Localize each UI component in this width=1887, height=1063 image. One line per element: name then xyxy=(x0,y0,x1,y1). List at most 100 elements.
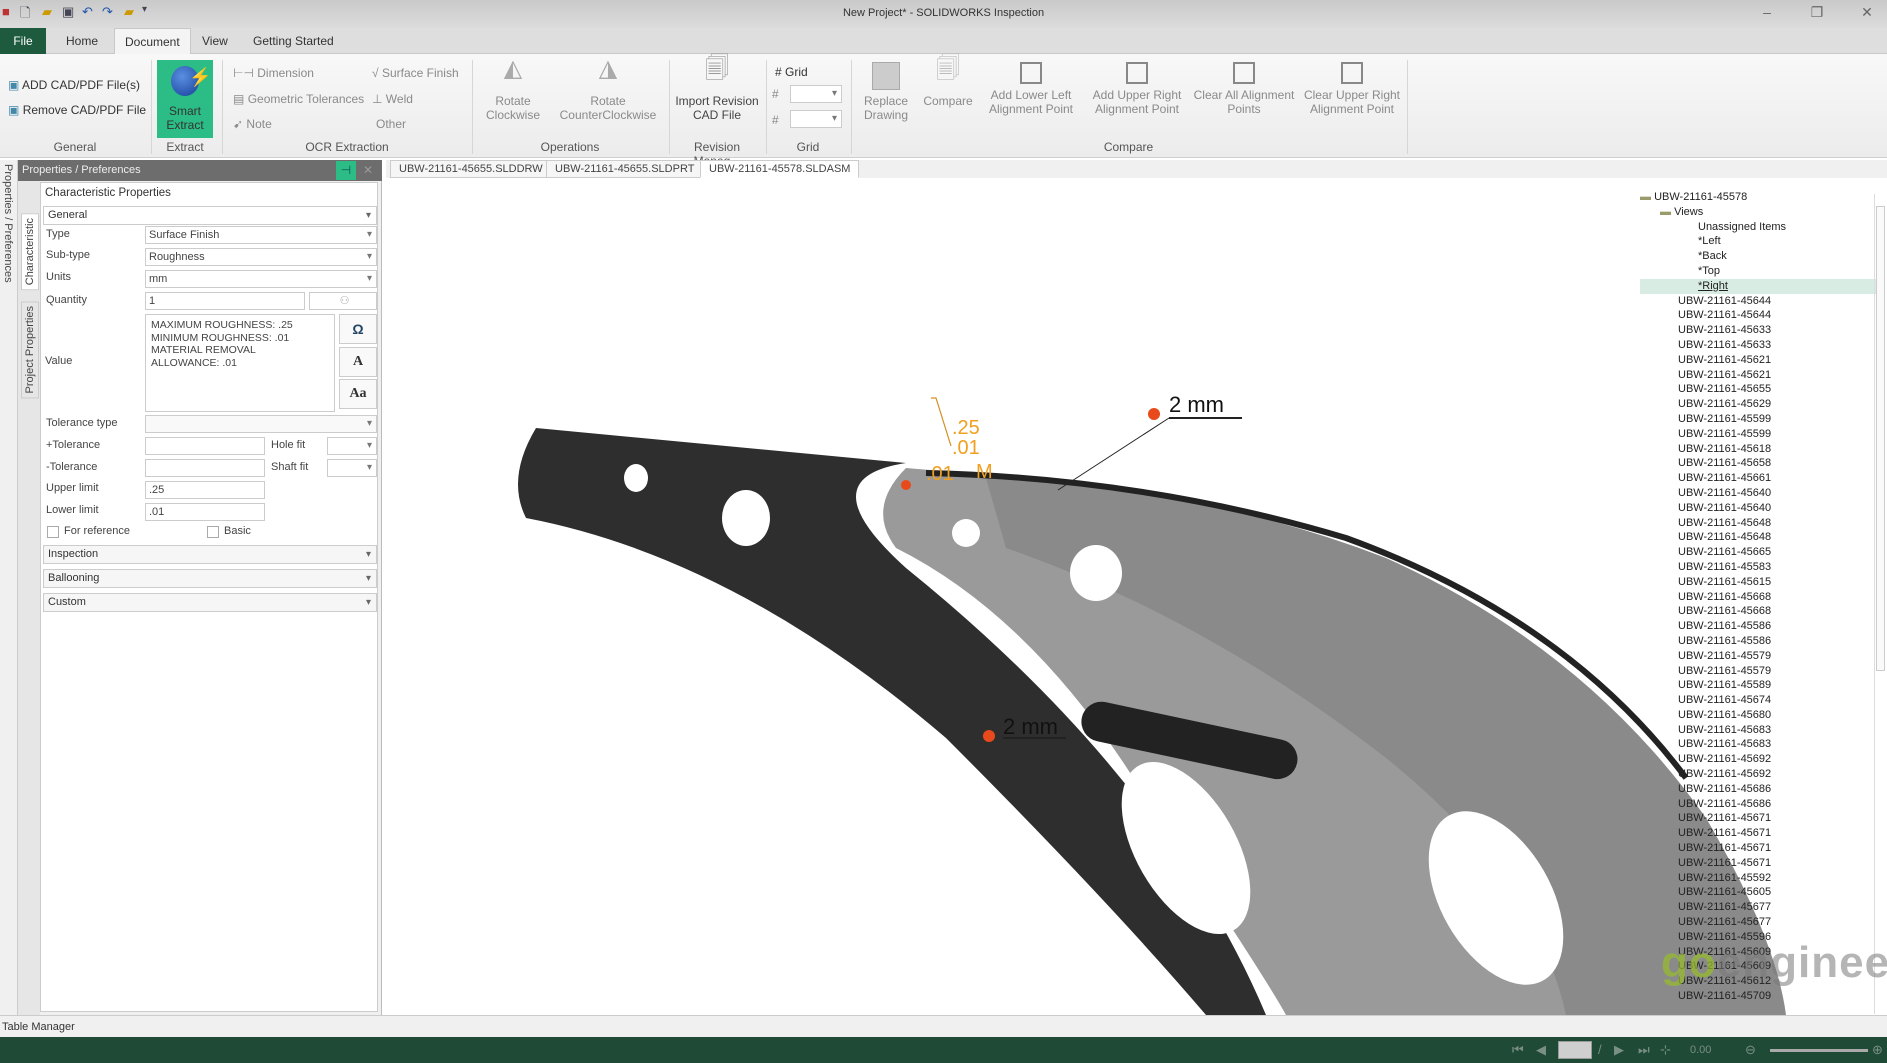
grid-button[interactable]: # Grid xyxy=(775,65,808,79)
minimize-button[interactable]: – xyxy=(1752,4,1782,20)
compare-button[interactable]: 🗐 Compare xyxy=(918,57,978,109)
basic-checkbox[interactable] xyxy=(207,526,219,538)
tree-part-item[interactable]: UBW-21161-45640 xyxy=(1640,486,1880,501)
tree-view-item[interactable]: *Right xyxy=(1640,278,1880,294)
tree-part-item[interactable]: UBW-21161-45692 xyxy=(1640,752,1880,767)
tree-root[interactable]: ▬ UBW-21161-45578 xyxy=(1640,190,1880,205)
rotate-clockwise-button[interactable]: ◭ Rotate Clockwise xyxy=(480,57,546,123)
zoom-slider[interactable] xyxy=(1770,1049,1868,1052)
next-page-icon[interactable]: ▶ xyxy=(1614,1042,1624,1058)
tab-view[interactable]: View xyxy=(192,28,238,54)
tolerance-type-select[interactable] xyxy=(145,415,377,433)
tree-view-item[interactable]: *Top xyxy=(1640,264,1880,279)
last-page-icon[interactable]: ⏭ xyxy=(1638,1042,1650,1058)
tree-part-item[interactable]: UBW-21161-45648 xyxy=(1640,516,1880,531)
tree-part-item[interactable]: UBW-21161-45644 xyxy=(1640,294,1880,309)
symbol-omega-button[interactable]: Ω xyxy=(339,314,377,344)
tree-part-item[interactable]: UBW-21161-45668 xyxy=(1640,604,1880,619)
tree-part-item[interactable]: UBW-21161-45599 xyxy=(1640,427,1880,442)
general-section-toggle[interactable]: General xyxy=(43,206,377,225)
tree-part-item[interactable]: UBW-21161-45579 xyxy=(1640,664,1880,679)
dimension-annotation[interactable]: 2 mm xyxy=(1003,714,1058,740)
side-tab-properties[interactable]: Properties / Preferences xyxy=(2,164,14,283)
tree-part-item[interactable]: UBW-21161-45648 xyxy=(1640,530,1880,545)
value-textarea[interactable]: MAXIMUM ROUGHNESS: .25 MINIMUM ROUGHNESS… xyxy=(145,314,335,412)
clear-all-alignment-button[interactable]: Clear All Alignment Points xyxy=(1190,62,1298,116)
tree-view-item[interactable]: *Left xyxy=(1640,234,1880,249)
tree-part-item[interactable]: UBW-21161-45709 xyxy=(1640,989,1880,1004)
tree-scrollbar[interactable] xyxy=(1874,194,1885,1014)
vtab-characteristic[interactable]: Characteristic xyxy=(21,213,39,291)
tree-part-item[interactable]: UBW-21161-45640 xyxy=(1640,501,1880,516)
remove-cad-file-button[interactable]: ▣ Remove CAD/PDF File xyxy=(8,103,146,117)
doc-tab[interactable]: UBW-21161-45655.SLDDRW xyxy=(390,160,552,178)
smart-extract-button[interactable]: ⚡ Smart Extract xyxy=(157,60,213,138)
tree-part-item[interactable]: UBW-21161-45633 xyxy=(1640,323,1880,338)
pin-icon[interactable]: ⊣ xyxy=(336,161,356,180)
subtype-select[interactable]: Roughness xyxy=(145,248,377,266)
shaft-fit-select[interactable] xyxy=(327,459,377,477)
grid-x-select[interactable] xyxy=(790,85,842,103)
lower-limit-input[interactable]: .01 xyxy=(145,503,265,521)
tree-part-item[interactable]: UBW-21161-45589 xyxy=(1640,678,1880,693)
font-style-button[interactable]: Aa xyxy=(339,379,377,409)
minus-tolerance-input[interactable] xyxy=(145,459,265,477)
tree-view-item[interactable]: Unassigned Items xyxy=(1640,220,1880,235)
custom-section-toggle[interactable]: Custom xyxy=(43,593,377,612)
tree-part-item[interactable]: UBW-21161-45671 xyxy=(1640,811,1880,826)
replace-drawing-button[interactable]: Replace Drawing xyxy=(856,62,916,122)
scrollbar-thumb[interactable] xyxy=(1876,206,1885,671)
tree-part-item[interactable]: UBW-21161-45677 xyxy=(1640,900,1880,915)
dimension-button[interactable]: ⊢⊣ Dimension xyxy=(233,66,314,80)
upper-limit-input[interactable]: .25 xyxy=(145,481,265,499)
other-button[interactable]: Other xyxy=(376,117,406,131)
quantity-input[interactable]: 1 xyxy=(145,292,305,310)
collapse-icon[interactable]: ▬ xyxy=(1640,191,1651,203)
tree-part-item[interactable]: UBW-21161-45644 xyxy=(1640,308,1880,323)
prev-page-icon[interactable]: ◀ xyxy=(1536,1042,1546,1058)
tree-part-item[interactable]: UBW-21161-45680 xyxy=(1640,708,1880,723)
tab-getting-started[interactable]: Getting Started xyxy=(243,28,344,54)
tree-part-item[interactable]: UBW-21161-45677 xyxy=(1640,915,1880,930)
tree-part-item[interactable]: UBW-21161-45621 xyxy=(1640,353,1880,368)
tree-view-item[interactable]: *Back xyxy=(1640,249,1880,264)
for-reference-checkbox[interactable] xyxy=(47,526,59,538)
add-upper-right-alignment-button[interactable]: Add Upper Right Alignment Point xyxy=(1088,62,1186,116)
rotate-counterclockwise-button[interactable]: ◮ Rotate CounterClockwise xyxy=(556,57,660,123)
geometric-tolerances-button[interactable]: ▤ Geometric Tolerances xyxy=(233,92,364,106)
page-input[interactable] xyxy=(1558,1041,1592,1059)
collapse-icon[interactable]: ▬ xyxy=(1660,206,1671,218)
tab-file[interactable]: File xyxy=(0,28,46,54)
zoom-in-icon[interactable]: ⊕ xyxy=(1872,1042,1883,1058)
tree-part-item[interactable]: UBW-21161-45665 xyxy=(1640,545,1880,560)
quantity-link-button[interactable]: ⚇ xyxy=(309,292,377,310)
tree-part-item[interactable]: UBW-21161-45686 xyxy=(1640,797,1880,812)
inspection-section-toggle[interactable]: Inspection xyxy=(43,545,377,564)
doc-tab-active[interactable]: UBW-21161-45578.SLDASM xyxy=(700,160,860,178)
first-page-icon[interactable]: ⏮ xyxy=(1512,1042,1524,1058)
vtab-project-properties[interactable]: Project Properties xyxy=(21,301,39,399)
surface-finish-button[interactable]: √ Surface Finish xyxy=(372,66,459,80)
tree-part-item[interactable]: UBW-21161-45605 xyxy=(1640,885,1880,900)
tree-part-item[interactable]: UBW-21161-45668 xyxy=(1640,590,1880,605)
table-manager-label[interactable]: Table Manager xyxy=(2,1021,75,1033)
ballooning-section-toggle[interactable]: Ballooning xyxy=(43,569,377,588)
tab-document[interactable]: Document xyxy=(114,28,191,54)
zoom-out-icon[interactable]: ⊖ xyxy=(1745,1042,1756,1058)
tree-part-item[interactable]: UBW-21161-45671 xyxy=(1640,856,1880,871)
plus-tolerance-input[interactable] xyxy=(145,437,265,455)
close-window-button[interactable]: ✕ xyxy=(1852,4,1882,21)
close-icon[interactable]: ✕ xyxy=(358,161,378,180)
tree-part-item[interactable]: UBW-21161-45618 xyxy=(1640,442,1880,457)
tree-part-item[interactable]: UBW-21161-45674 xyxy=(1640,693,1880,708)
type-select[interactable]: Surface Finish xyxy=(145,226,377,244)
tree-part-item[interactable]: UBW-21161-45599 xyxy=(1640,412,1880,427)
tree-part-item[interactable]: UBW-21161-45671 xyxy=(1640,841,1880,856)
add-cad-file-button[interactable]: ▣ ADD CAD/PDF File(s) xyxy=(8,78,140,92)
note-button[interactable]: ➹ Note xyxy=(233,117,272,131)
tree-part-item[interactable]: UBW-21161-45583 xyxy=(1640,560,1880,575)
units-select[interactable]: mm xyxy=(145,270,377,288)
tree-part-item[interactable]: UBW-21161-45586 xyxy=(1640,634,1880,649)
tree-part-item[interactable]: UBW-21161-45683 xyxy=(1640,737,1880,752)
tab-home[interactable]: Home xyxy=(56,28,108,54)
